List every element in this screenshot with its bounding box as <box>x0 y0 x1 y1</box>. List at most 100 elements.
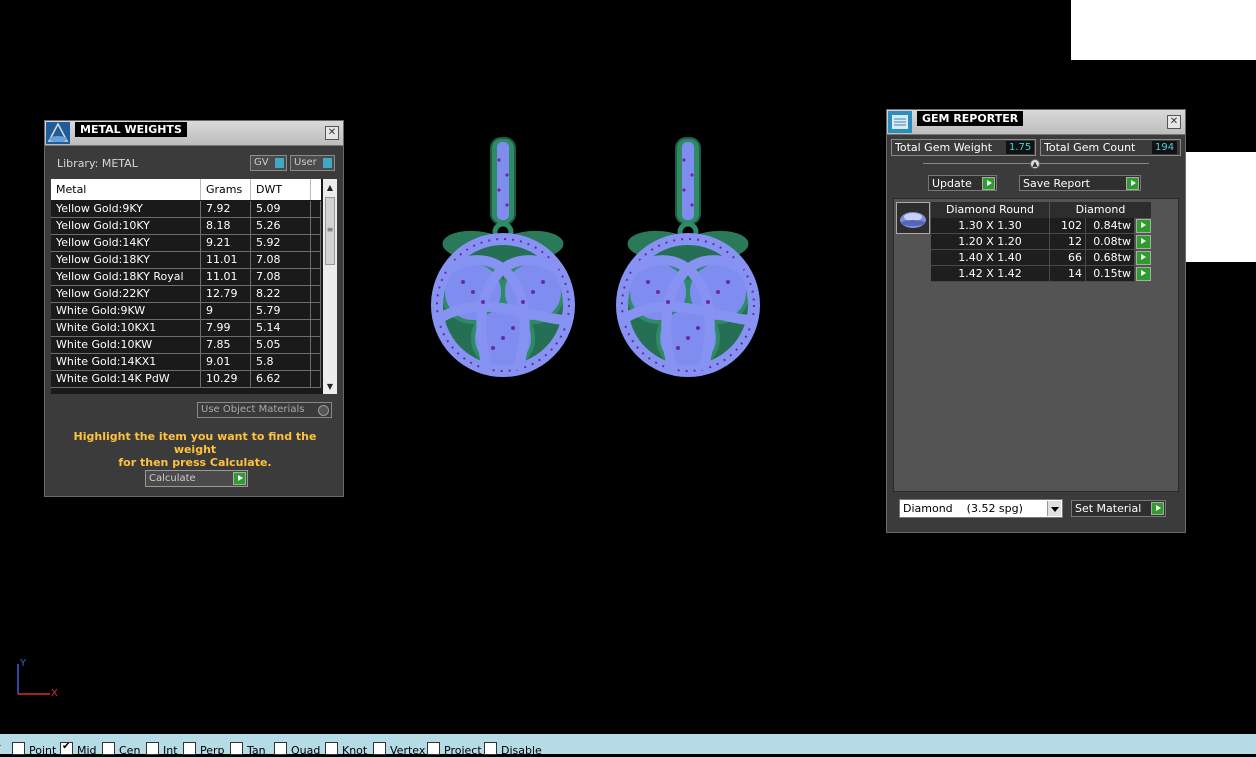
metal-cell-spacer <box>311 286 321 302</box>
play-arrow-icon[interactable] <box>233 472 246 485</box>
table-row[interactable]: Yellow Gold:10KY 8.18 5.26 <box>51 218 321 235</box>
checkbox-icon[interactable] <box>146 742 159 755</box>
snap-option-disable[interactable]: Disable <box>484 742 542 757</box>
checkbox-icon[interactable] <box>230 742 243 755</box>
gem-row[interactable]: 1.20 X 1.20 12 0.08tw <box>931 234 1152 250</box>
material-select-value: Diamond (3.52 spg) <box>903 502 1023 515</box>
radio-icon[interactable] <box>318 405 329 416</box>
user-toggle[interactable]: User <box>290 155 335 171</box>
table-row[interactable]: White Gold:14KX1 9.01 5.8 <box>51 354 321 371</box>
splitter-handle-icon[interactable]: ▲ <box>1030 159 1040 169</box>
snap-option-mid[interactable]: Mid <box>60 741 97 757</box>
checkbox-icon[interactable] <box>60 741 73 755</box>
snap-option-cen[interactable]: Cen <box>102 742 141 757</box>
gem-cell-size: 1.40 X 1.40 <box>931 250 1050 266</box>
metal-cell-metal: Yellow Gold:22KY <box>51 286 201 302</box>
gem-cell-weight: 0.68tw <box>1086 250 1135 266</box>
snap-option-r[interactable]: r <box>0 742 1 754</box>
select-gem-arrow-icon[interactable] <box>1136 219 1151 233</box>
gv-toggle[interactable]: GV <box>250 155 287 171</box>
left-earring[interactable] <box>435 138 571 373</box>
instruction-line-1: Highlight the item you want to find the … <box>73 430 317 456</box>
table-row[interactable]: Yellow Gold:14KY 9.21 5.92 <box>51 235 321 252</box>
checkbox-icon[interactable] <box>325 742 338 755</box>
select-gem-arrow-icon[interactable] <box>1136 267 1151 281</box>
checkbox-icon[interactable] <box>102 742 115 755</box>
play-arrow-icon[interactable] <box>1126 177 1139 190</box>
column-header-dwt[interactable]: DWT <box>251 179 311 200</box>
scroll-thumb[interactable]: ≡ <box>325 197 335 265</box>
close-icon[interactable]: ✕ <box>325 126 339 140</box>
diamond-thumbnail[interactable] <box>896 202 930 234</box>
play-arrow-icon[interactable] <box>1151 502 1164 515</box>
metal-cell-spacer <box>311 371 321 387</box>
checkbox-icon[interactable] <box>274 742 287 755</box>
snap-option-knot[interactable]: Knot <box>325 742 367 757</box>
table-row[interactable]: Yellow Gold:22KY 12.79 8.22 <box>51 286 321 303</box>
snap-option-project[interactable]: Project <box>427 742 482 757</box>
snap-option-int[interactable]: Int <box>146 742 178 757</box>
gem-reporter-panel: GEM REPORTER ✕ Total Gem Weight 1.75 Tot… <box>886 109 1186 533</box>
metal-cell-grams: 11.01 <box>201 252 251 268</box>
earrings-3d-model[interactable] <box>400 120 800 400</box>
metal-cell-dwt: 5.09 <box>251 201 311 217</box>
scroll-up-icon[interactable]: ▲ <box>323 181 337 195</box>
snap-option-label: Cen <box>119 744 141 757</box>
metal-weights-title: METAL WEIGHTS <box>75 122 187 137</box>
chevron-down-icon[interactable] <box>1047 501 1061 516</box>
use-object-materials-option[interactable]: Use Object Materials <box>197 402 332 418</box>
instruction-line-2: for then press Calculate. <box>118 456 272 469</box>
table-row[interactable]: Yellow Gold:9KY 7.92 5.09 <box>51 201 321 218</box>
gem-row[interactable]: 1.40 X 1.40 66 0.68tw <box>931 250 1152 266</box>
snap-option-point[interactable]: Point <box>12 742 57 757</box>
select-gem-arrow-icon[interactable] <box>1136 235 1151 249</box>
metal-cell-spacer <box>311 252 321 268</box>
gem-table: Diamond Round Diamond 1.30 X 1.30 102 0.84… <box>931 202 1152 282</box>
set-material-button[interactable]: Set Material <box>1071 500 1166 517</box>
snap-option-vertex[interactable]: Vertex <box>373 742 425 757</box>
metal-cell-metal: Yellow Gold:18KY <box>51 252 201 268</box>
play-arrow-icon[interactable] <box>982 177 995 190</box>
metal-cell-grams: 9 <box>201 303 251 319</box>
close-icon[interactable]: ✕ <box>1167 115 1181 129</box>
checkbox-icon[interactable] <box>373 742 386 755</box>
gem-row[interactable]: 1.30 X 1.30 102 0.84tw <box>931 218 1152 234</box>
gem-cell-weight: 0.84tw <box>1086 218 1135 234</box>
metal-cell-dwt: 5.8 <box>251 354 311 370</box>
gem-reporter-titlebar[interactable]: GEM REPORTER ✕ <box>887 110 1185 135</box>
column-header-metal[interactable]: Metal <box>51 179 201 200</box>
metal-cell-spacer <box>311 269 321 285</box>
save-report-button[interactable]: Save Report <box>1019 175 1141 191</box>
checkbox-icon[interactable] <box>12 742 25 755</box>
metal-cell-spacer <box>311 337 321 353</box>
checkbox-icon[interactable] <box>183 742 196 755</box>
snap-option-perp[interactable]: Perp <box>183 742 225 757</box>
scroll-down-icon[interactable]: ▼ <box>323 380 337 394</box>
snap-option-label: Point <box>29 744 57 757</box>
table-row[interactable]: White Gold:10KW 7.85 5.05 <box>51 337 321 354</box>
table-row[interactable]: White Gold:9KW 9 5.79 <box>51 303 321 320</box>
metal-cell-metal: White Gold:10KX1 <box>51 320 201 336</box>
metal-weights-titlebar[interactable]: METAL WEIGHTS ✕ <box>45 121 343 146</box>
table-row[interactable]: White Gold:10KX1 7.99 5.14 <box>51 320 321 337</box>
column-header-grams[interactable]: Grams <box>201 179 251 200</box>
metal-cell-grams: 8.18 <box>201 218 251 234</box>
snap-option-tan[interactable]: Tan <box>230 742 266 757</box>
gem-row[interactable]: 1.42 X 1.42 14 0.15tw <box>931 266 1152 282</box>
table-row[interactable]: White Gold:14K PdW 10.29 6.62 <box>51 371 321 388</box>
right-earring[interactable] <box>620 138 756 373</box>
gem-table-header: Diamond Round Diamond <box>931 202 1152 218</box>
checkbox-icon[interactable] <box>427 742 440 755</box>
table-row[interactable]: Yellow Gold:18KY 11.01 7.08 <box>51 252 321 269</box>
checkbox-icon[interactable] <box>484 742 497 755</box>
material-select[interactable]: Diamond (3.52 spg) <box>899 499 1063 518</box>
metal-cell-dwt: 5.05 <box>251 337 311 353</box>
snap-option-quad[interactable]: Quad <box>274 742 320 757</box>
metal-table-scrollbar[interactable]: ▲ ≡ ▼ <box>323 179 337 394</box>
select-gem-arrow-icon[interactable] <box>1136 251 1151 265</box>
gem-cell-size: 1.42 X 1.42 <box>931 266 1050 282</box>
update-button[interactable]: Update <box>928 175 997 191</box>
calculate-button[interactable]: Calculate <box>145 470 248 487</box>
use-object-materials-label: Use Object Materials <box>201 404 305 415</box>
table-row[interactable]: Yellow Gold:18KY Royal 11.01 7.08 <box>51 269 321 286</box>
